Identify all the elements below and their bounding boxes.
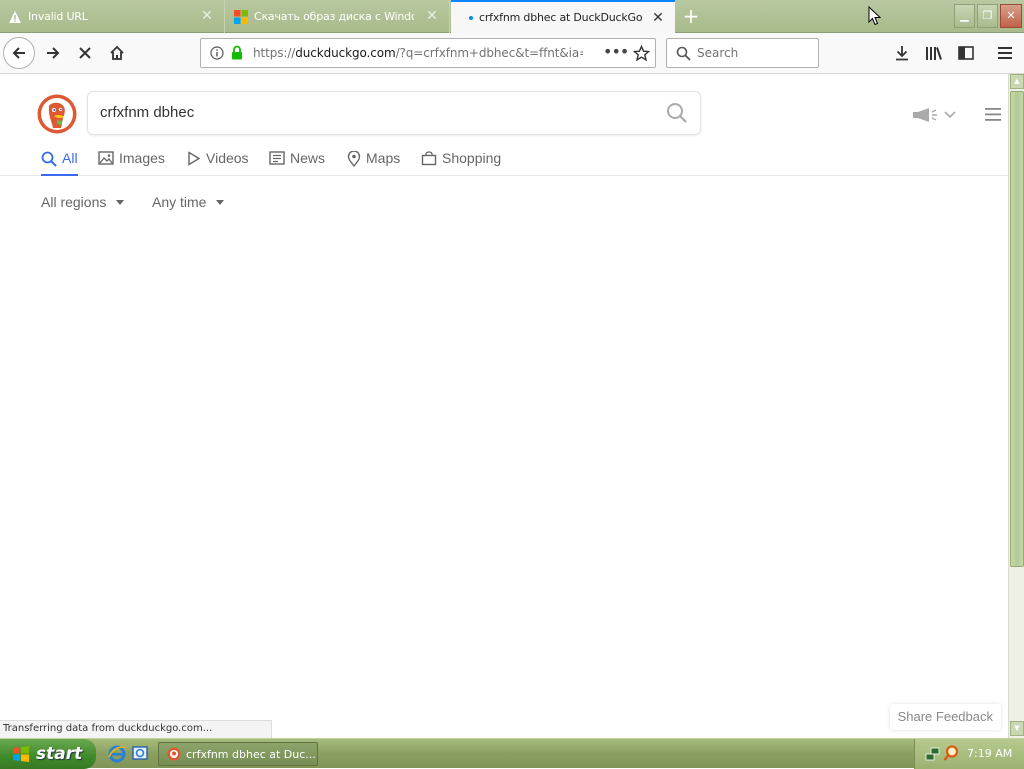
time-filter-label: Any time — [152, 194, 207, 210]
taskbar: start crfxfnm dbhec at Duc... 7:19 AM — [0, 738, 1024, 769]
library-icon — [926, 47, 942, 60]
close-window-button[interactable]: ✕ — [1000, 4, 1022, 28]
start-button[interactable]: start — [0, 739, 96, 769]
page-actions-menu-icon[interactable]: ••• — [603, 42, 629, 61]
tab-maps[interactable]: Maps — [347, 150, 400, 176]
warning-icon — [9, 10, 21, 23]
tab-label: crfxfnm dbhec at DuckDuckGo — [479, 11, 643, 24]
stop-button[interactable] — [69, 37, 101, 69]
chevron-down-icon[interactable] — [944, 111, 956, 119]
tab-shopping[interactable]: Shopping — [421, 150, 501, 176]
search-icon — [676, 46, 691, 61]
ddg-search-box[interactable]: crfxfnm dbhec — [87, 91, 701, 135]
minimize-button[interactable]: ▁ — [954, 4, 975, 28]
sidebar-toggle-button[interactable] — [950, 37, 982, 69]
tab-news[interactable]: News — [269, 150, 325, 176]
scroll-up-arrow-icon[interactable]: ▲ — [1010, 74, 1024, 89]
clock: 7:19 AM — [967, 747, 1013, 760]
close-tab-icon[interactable]: ✕ — [651, 11, 665, 25]
download-arrow-icon — [896, 46, 908, 61]
close-tab-icon[interactable]: ✕ — [425, 9, 439, 23]
hamburger-menu-icon — [998, 47, 1012, 59]
search-icon — [41, 151, 57, 167]
tab-duckduckgo-active[interactable]: crfxfnm dbhec at DuckDuckGo ✕ — [451, 0, 675, 33]
region-filter-label: All regions — [41, 194, 107, 210]
url-domain: duckduckgo.com — [295, 46, 396, 60]
windows-flag-icon — [13, 746, 29, 762]
search-query-input[interactable]: crfxfnm dbhec — [100, 104, 194, 121]
microsoft-icon — [234, 9, 248, 24]
network-icon[interactable] — [925, 746, 941, 762]
share-feedback-button[interactable]: Share Feedback — [889, 704, 1001, 730]
url-text[interactable]: https://duckduckgo.com/?q=crfxfnm+dbhec&… — [253, 46, 583, 60]
time-filter-dropdown[interactable]: Any time — [152, 194, 225, 210]
duckduckgo-task-icon — [167, 747, 181, 761]
image-icon — [98, 151, 114, 165]
home-icon — [110, 45, 124, 60]
tab-label: Invalid URL — [28, 10, 88, 23]
tab-all[interactable]: All — [41, 150, 78, 176]
internet-explorer-icon[interactable] — [108, 745, 126, 763]
duckduckgo-logo-icon[interactable] — [37, 94, 77, 134]
scrollbar-thumb[interactable] — [1010, 91, 1024, 567]
scroll-down-arrow-icon[interactable]: ▼ — [1010, 721, 1024, 736]
search-bar[interactable]: Search — [666, 38, 819, 68]
ddg-menu-icon[interactable] — [985, 108, 1001, 121]
ddg-result-tabs: All Images Videos News Maps Shopping — [0, 150, 1008, 176]
tab-label: Shopping — [442, 150, 502, 166]
tab-images[interactable]: Images — [98, 150, 165, 176]
bookmark-star-icon[interactable] — [633, 45, 650, 62]
search-tray-icon[interactable] — [943, 745, 959, 762]
tab-videos[interactable]: Videos — [187, 150, 249, 176]
region-filter-dropdown[interactable]: All regions — [41, 194, 125, 210]
lock-icon[interactable] — [231, 45, 243, 60]
show-desktop-icon[interactable] — [131, 745, 149, 763]
tab-label: Videos — [206, 150, 249, 166]
forward-button[interactable] — [37, 37, 69, 69]
library-button[interactable] — [918, 37, 950, 69]
task-label: crfxfnm dbhec at Duc... — [186, 747, 316, 761]
search-icon[interactable] — [666, 102, 688, 124]
url-path: /?q=crfxfnm+dbhec&t=ffnt&ia= — [395, 46, 583, 60]
shopping-bag-icon — [421, 151, 437, 166]
url-bar[interactable]: https://duckduckgo.com/?q=crfxfnm+dbhec&… — [200, 38, 656, 68]
page-content: crfxfnm dbhec All Images Videos News Map… — [0, 75, 1008, 738]
caret-down-icon — [116, 199, 125, 205]
arrow-right-icon — [47, 47, 60, 59]
back-button[interactable] — [3, 37, 35, 69]
megaphone-icon[interactable] — [911, 107, 939, 123]
tab-label: Maps — [366, 150, 401, 166]
close-tab-icon[interactable]: ✕ — [200, 9, 214, 23]
restore-button[interactable]: ❐ — [977, 4, 998, 28]
navigation-toolbar: https://duckduckgo.com/?q=crfxfnm+dbhec&… — [0, 33, 1024, 74]
home-button[interactable] — [101, 37, 133, 69]
vertical-scrollbar[interactable]: ▲ ▼ — [1008, 74, 1024, 738]
tab-label: News — [290, 150, 326, 166]
arrow-left-icon — [12, 47, 25, 59]
tab-windows-download[interactable]: Скачать образ диска с Windows ✕ — [226, 0, 450, 33]
status-bar: Transferring data from duckduckgo.com... — [0, 720, 272, 738]
tab-label: Images — [119, 150, 165, 166]
system-tray: 7:19 AM — [914, 739, 1024, 769]
stop-x-icon — [79, 47, 91, 59]
play-icon — [188, 151, 201, 166]
new-tab-button[interactable]: + — [680, 5, 702, 27]
tab-label: All — [62, 150, 78, 166]
start-label: start — [36, 744, 83, 764]
map-pin-icon — [347, 151, 361, 167]
tab-invalid-url[interactable]: Invalid URL ✕ — [0, 0, 225, 33]
tab-label: Скачать образ диска с Windows — [254, 10, 414, 23]
caret-down-icon — [216, 199, 225, 205]
taskbar-window-firefox[interactable]: crfxfnm dbhec at Duc... — [158, 742, 318, 766]
news-icon — [269, 151, 285, 165]
mouse-cursor-icon — [868, 6, 881, 26]
menu-button[interactable] — [989, 37, 1021, 69]
loading-dot-icon — [469, 15, 473, 20]
info-icon[interactable] — [210, 46, 224, 60]
downloads-button[interactable] — [886, 37, 918, 69]
url-scheme: https:// — [253, 46, 296, 60]
search-placeholder: Search — [697, 46, 739, 60]
sidebar-icon — [958, 46, 974, 60]
